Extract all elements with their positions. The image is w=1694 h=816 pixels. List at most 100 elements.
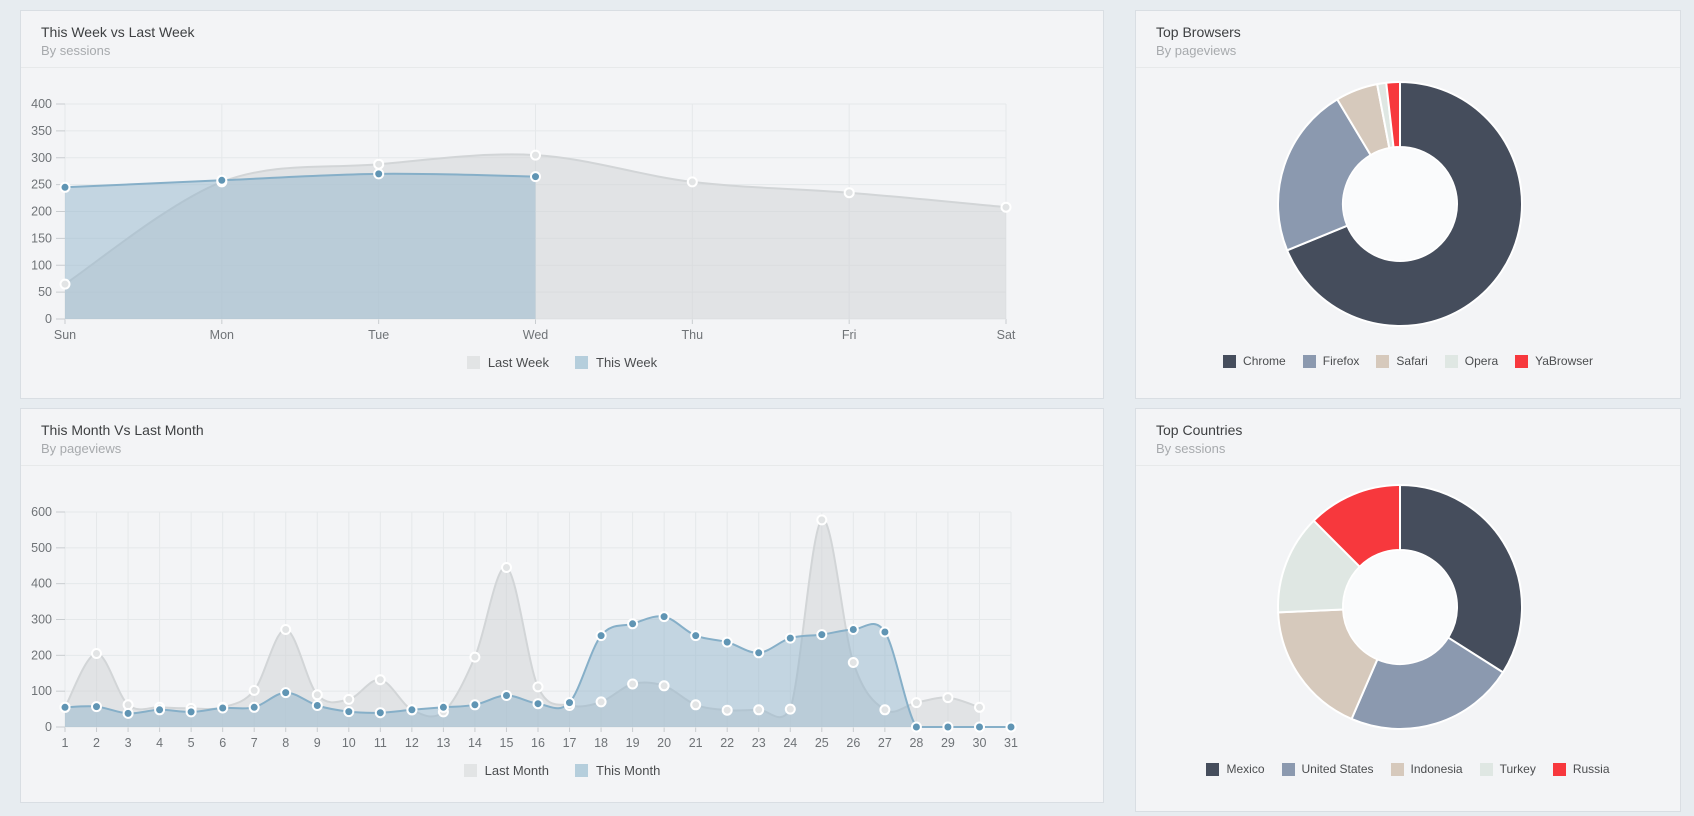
legend-item-chrome[interactable]: Chrome [1223, 354, 1286, 368]
x-axis-label: 12 [405, 736, 419, 750]
legend-label: United States [1302, 762, 1374, 776]
last-month-point[interactable] [754, 705, 763, 714]
y-axis-label: 500 [31, 541, 52, 555]
this-month-point[interactable] [281, 688, 290, 697]
x-axis-label: Sat [997, 328, 1016, 342]
last-month-point[interactable] [660, 681, 669, 690]
this-month-point[interactable] [470, 700, 479, 709]
last-month-point[interactable] [281, 625, 290, 634]
countries-donut-chart[interactable] [1136, 466, 1680, 748]
x-axis-label: 28 [909, 736, 923, 750]
this-month-point[interactable] [628, 619, 637, 628]
legend-item-last-week[interactable]: Last Week [467, 355, 549, 370]
this-month-point[interactable] [660, 612, 669, 621]
legend-item-safari[interactable]: Safari [1376, 354, 1427, 368]
this-week-point[interactable] [531, 172, 540, 181]
legend-swatch [1445, 355, 1458, 368]
this-month-point[interactable] [439, 703, 448, 712]
last-month-point[interactable] [691, 700, 700, 709]
legend-label: Mexico [1226, 762, 1264, 776]
panel-browsers-header: Top Browsers By pageviews [1136, 11, 1680, 68]
legend-item-russia[interactable]: Russia [1553, 762, 1610, 776]
legend-label: Safari [1396, 354, 1427, 368]
this-month-point[interactable] [155, 705, 164, 714]
this-month-point[interactable] [943, 723, 952, 732]
this-month-point[interactable] [565, 698, 574, 707]
legend-item-this-month[interactable]: This Month [575, 763, 660, 778]
legend-swatch [1303, 355, 1316, 368]
last-month-point[interactable] [628, 680, 637, 689]
this-month-point[interactable] [407, 705, 416, 714]
this-month-point[interactable] [92, 702, 101, 711]
this-month-point[interactable] [61, 703, 70, 712]
last-week-point[interactable] [1002, 203, 1011, 212]
week-area-chart[interactable]: SunMonTueWedThuFriSat0501001502002503003… [21, 68, 1103, 346]
month-area-chart[interactable]: 1234567891011121314151617181920212223242… [21, 466, 1103, 754]
last-week-point[interactable] [374, 160, 383, 169]
legend-item-indonesia[interactable]: Indonesia [1391, 762, 1463, 776]
legend-item-united-states[interactable]: United States [1282, 762, 1374, 776]
this-month-point[interactable] [597, 631, 606, 640]
this-month-point[interactable] [975, 723, 984, 732]
this-month-point[interactable] [849, 625, 858, 634]
last-week-point[interactable] [688, 177, 697, 186]
this-month-point[interactable] [817, 630, 826, 639]
this-month-point[interactable] [754, 648, 763, 657]
last-month-point[interactable] [912, 698, 921, 707]
this-week-point[interactable] [61, 183, 70, 192]
last-month-point[interactable] [534, 682, 543, 691]
last-week-point[interactable] [61, 280, 70, 289]
legend-item-firefox[interactable]: Firefox [1303, 354, 1360, 368]
x-axis-label: 14 [468, 736, 482, 750]
last-month-point[interactable] [943, 693, 952, 702]
this-month-point[interactable] [1007, 723, 1016, 732]
y-axis-label: 150 [31, 231, 52, 245]
last-month-point[interactable] [470, 653, 479, 662]
this-week-point[interactable] [217, 176, 226, 185]
last-month-point[interactable] [597, 697, 606, 706]
last-month-point[interactable] [344, 695, 353, 704]
last-month-point[interactable] [502, 563, 511, 572]
last-month-point[interactable] [849, 658, 858, 667]
last-month-point[interactable] [313, 690, 322, 699]
x-axis-label: Tue [368, 328, 389, 342]
legend-swatch [1480, 763, 1493, 776]
this-month-point[interactable] [786, 634, 795, 643]
this-month-point[interactable] [187, 707, 196, 716]
legend-item-mexico[interactable]: Mexico [1206, 762, 1264, 776]
legend-item-last-month[interactable]: Last Month [464, 763, 549, 778]
this-month-point[interactable] [376, 708, 385, 717]
donut-hole [1344, 551, 1456, 663]
last-month-point[interactable] [975, 703, 984, 712]
this-month-point[interactable] [313, 701, 322, 710]
this-month-point[interactable] [723, 638, 732, 647]
last-month-point[interactable] [880, 705, 889, 714]
last-month-point[interactable] [817, 515, 826, 524]
this-month-point[interactable] [502, 691, 511, 700]
this-month-point[interactable] [691, 631, 700, 640]
legend-item-yabrowser[interactable]: YaBrowser [1515, 354, 1593, 368]
this-month-point[interactable] [124, 709, 133, 718]
last-month-point[interactable] [786, 705, 795, 714]
last-week-point[interactable] [845, 188, 854, 197]
last-month-point[interactable] [723, 706, 732, 715]
this-month-point[interactable] [218, 704, 227, 713]
this-week-point[interactable] [374, 169, 383, 178]
x-axis-label: 17 [563, 736, 577, 750]
legend-item-this-week[interactable]: This Week [575, 355, 657, 370]
browsers-donut-chart[interactable] [1136, 68, 1680, 340]
last-month-point[interactable] [250, 686, 259, 695]
legend-item-turkey[interactable]: Turkey [1480, 762, 1536, 776]
last-month-point[interactable] [376, 675, 385, 684]
legend-item-opera[interactable]: Opera [1445, 354, 1498, 368]
this-month-point[interactable] [534, 699, 543, 708]
last-month-point[interactable] [92, 649, 101, 658]
this-month-point[interactable] [912, 723, 921, 732]
last-week-point[interactable] [531, 151, 540, 160]
this-month-point[interactable] [344, 707, 353, 716]
this-month-point[interactable] [880, 628, 889, 637]
this-month-point[interactable] [250, 703, 259, 712]
month-chart-legend: Last Month This Month [21, 763, 1103, 778]
x-axis-label: 21 [689, 736, 703, 750]
panel-browsers-subtitle: By pageviews [1156, 42, 1660, 60]
